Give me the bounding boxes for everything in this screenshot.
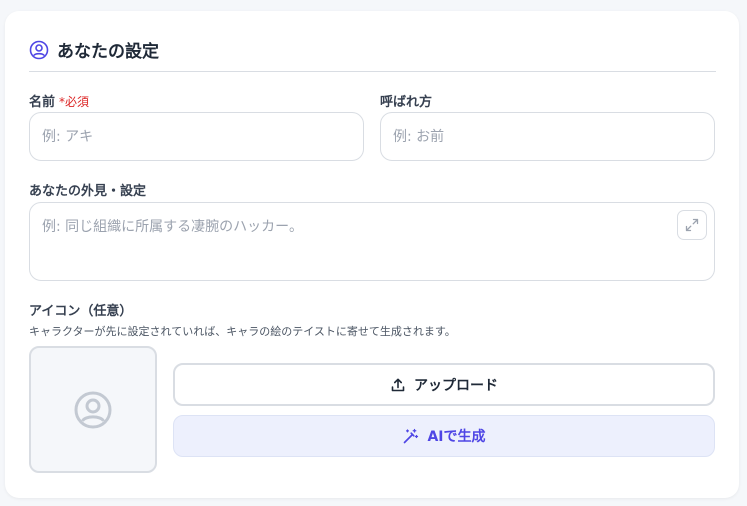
- nickname-label: 呼ばれ方: [380, 95, 433, 110]
- user-circle-icon: [73, 390, 113, 430]
- user-circle-icon: [29, 40, 49, 60]
- nickname-input[interactable]: [380, 112, 715, 161]
- ai-generate-button[interactable]: AIで生成: [173, 415, 715, 457]
- name-label: 名前 *必須: [29, 91, 89, 110]
- magic-wand-icon: [402, 428, 419, 445]
- appearance-textarea[interactable]: [29, 202, 715, 281]
- section-title: あなたの設定: [57, 42, 159, 62]
- icon-label: アイコン（任意）: [29, 304, 133, 319]
- upload-button-label: アップロード: [414, 377, 498, 394]
- upload-icon: [390, 377, 406, 393]
- expand-button[interactable]: [677, 210, 707, 240]
- required-badge: *必須: [59, 95, 90, 109]
- appearance-label: あなたの外見・設定: [29, 184, 147, 199]
- section-header: あなたの設定: [29, 37, 159, 62]
- name-input[interactable]: [29, 112, 364, 161]
- avatar-preview: [29, 346, 157, 473]
- user-settings-card: あなたの設定 名前*必須 呼ばれ方 あなたの外見・設定 アイコン（任意） キャラ…: [5, 11, 739, 498]
- icon-description: キャラクターが先に設定されていれば、キャラの絵のテイストに寄せて生成されます。: [29, 325, 456, 338]
- ai-generate-button-label: AIで生成: [427, 429, 486, 445]
- header-divider: [29, 71, 716, 72]
- expand-icon: [685, 218, 699, 232]
- name-label-text: 名前: [29, 95, 56, 110]
- upload-button[interactable]: アップロード: [173, 363, 715, 406]
